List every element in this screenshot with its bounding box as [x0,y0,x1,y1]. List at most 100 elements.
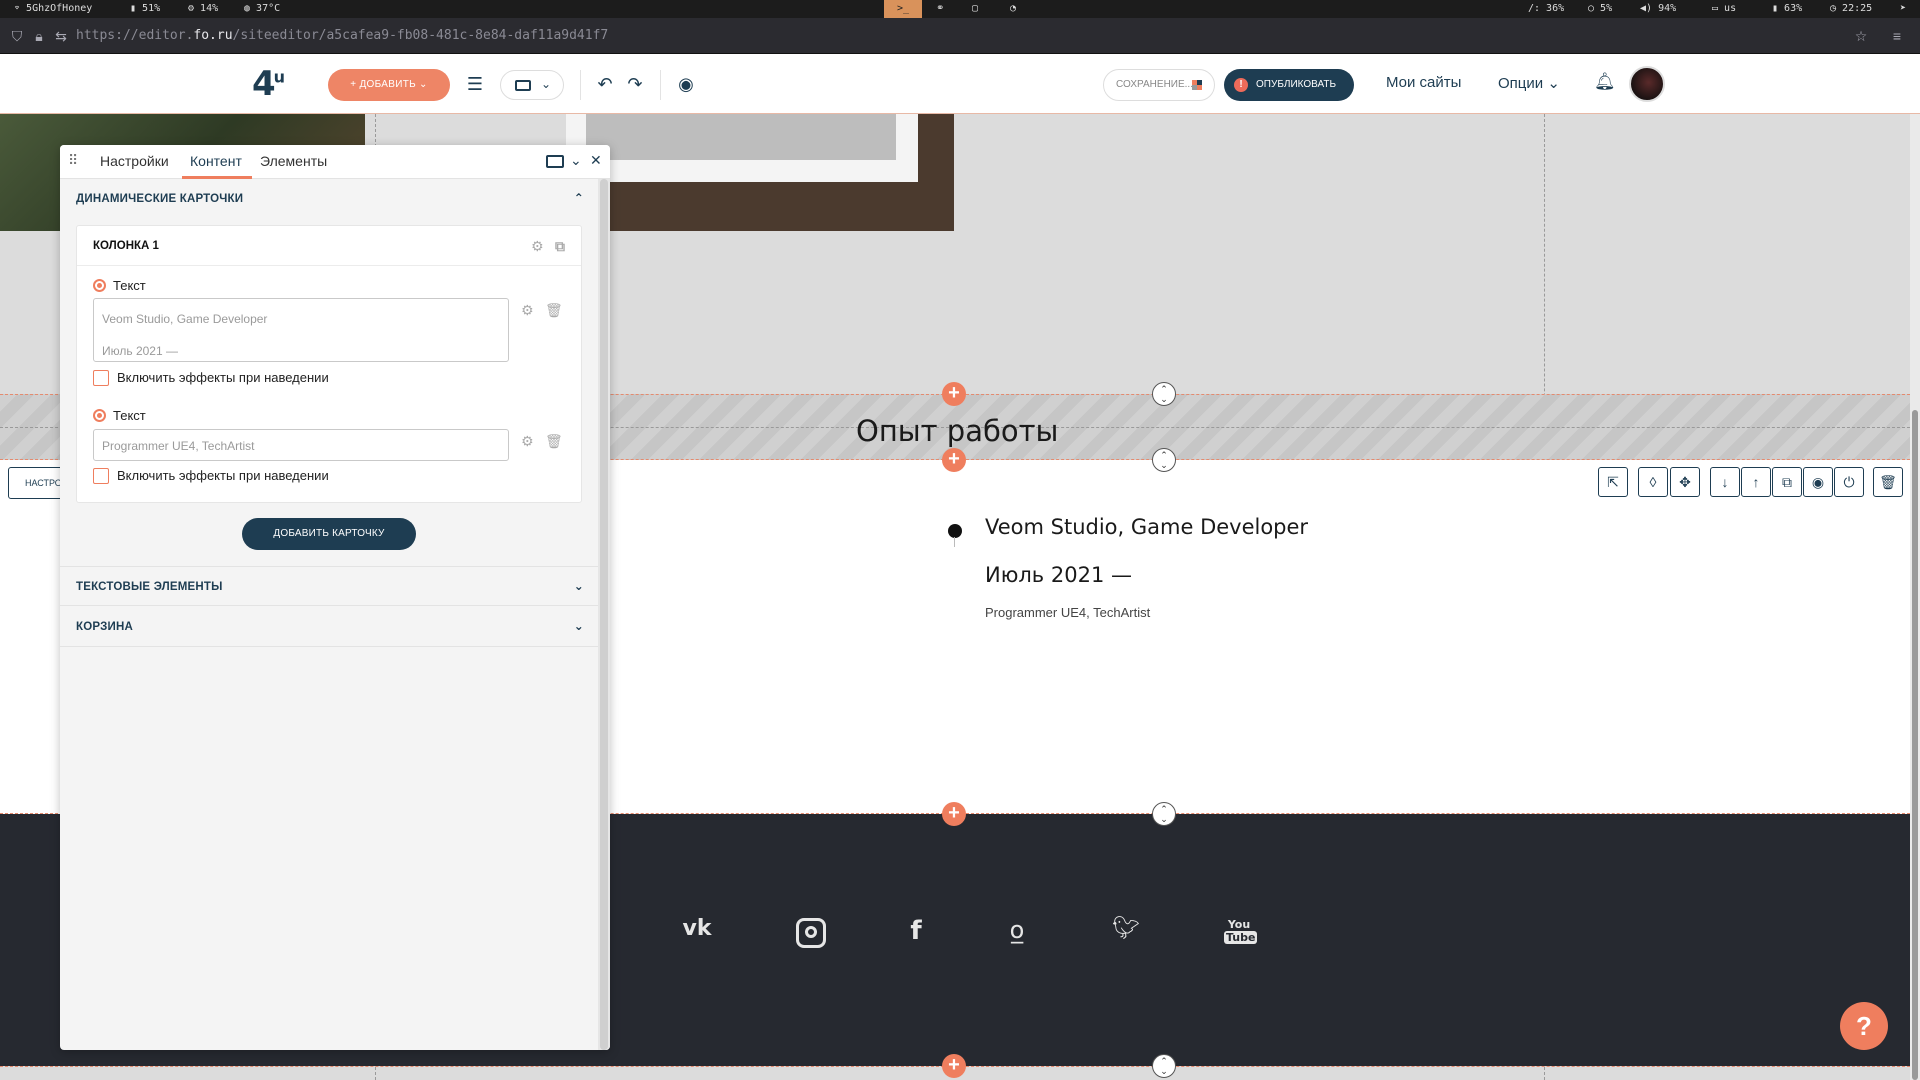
redo-icon[interactable]: ↷ [621,70,649,98]
device-selector[interactable]: ⌄ [500,70,564,100]
move-up-icon[interactable]: ↑ [1741,467,1771,497]
delete-trash-icon[interactable]: 🗑︎ [545,302,563,319]
add-section-button[interactable]: + [942,448,966,472]
chevron-down-icon[interactable]: ⌄ [570,152,582,169]
section-title[interactable]: Опыт работы [856,414,1058,448]
job-role[interactable]: Programmer UE4, TechArtist [985,605,1150,620]
move-icon[interactable]: ✥ [1670,467,1700,497]
chat-icon[interactable]: ▢ [972,3,978,14]
add-card-button[interactable]: ДОБАВИТЬ КАРТОЧКУ [242,518,416,550]
editor-toolbar: 4u + ДОБАВИТЬ ⌄ ☰ ⌄ ↶ ↷ ◉ СОХРАНЕНИЕ... … [0,54,1920,114]
vk-icon[interactable]: vk [680,916,714,941]
duplicate-icon[interactable]: ⧉ [1772,467,1802,497]
delete-trash-icon[interactable]: 🗑︎ [545,433,563,450]
lock-icon[interactable]: 🔒︎ [30,27,48,45]
menu-icon[interactable]: ≡ [1888,27,1906,45]
hover-effects-label: Включить эффекты при наведении [117,468,329,483]
logo[interactable]: 4u [252,64,285,104]
hover-effects-checkbox[interactable] [93,468,109,484]
cpu-status: ⚙ 14% [188,3,219,14]
accordion-dynamic-cards[interactable]: ДИНАМИЧЕСКИЕ КАРТОЧКИ ⌃ [60,179,598,219]
avatar[interactable] [1629,66,1665,102]
chevron-down-icon: ⌄ [573,619,584,633]
visibility-eye-icon[interactable]: ◉ [1803,467,1833,497]
tab-content[interactable]: Контент [190,153,242,169]
system-status-bar: ⌔ 5GhzOfHoney ▮ 51% ⚙ 14% ◍ 37°C >_ ⚭ ▢ … [0,0,1920,18]
canvas-scrollbar[interactable] [1910,114,1920,1080]
telegram-icon[interactable]: ➤ [1900,3,1906,14]
gear-icon[interactable]: ⚙ [521,302,534,319]
tab-elements[interactable]: Элементы [260,153,327,169]
twitter-icon[interactable]: 🐦︎ [1110,916,1142,941]
options-menu[interactable]: Опции ⌄ [1498,74,1560,92]
accordion-text-elements[interactable]: ТЕКСТОВЫЕ ЭЛЕМЕНТЫ ⌄ [60,566,598,606]
gear-icon[interactable]: ⚙ [521,433,534,450]
power-icon[interactable]: ⏻ [1834,467,1864,497]
resize-section-icon[interactable]: ⌃ ⌄ [1152,1054,1176,1078]
desktop-icon [515,80,531,91]
content-panel: ⠿ Настройки Контент Элементы ⌄ ✕ ДИНАМИЧ… [60,145,610,1050]
chevron-up-icon: ⌃ [573,191,584,205]
delete-trash-icon[interactable]: 🗑︎ [1873,467,1903,497]
undo-icon[interactable]: ↶ [591,70,619,98]
terminal-icon[interactable]: >_ [884,0,922,18]
preview-eye-icon[interactable]: ◉ [672,70,700,98]
job-date[interactable]: Июль 2021 — [985,563,1132,587]
sliders-icon[interactable]: ☰ [461,70,489,98]
job-title[interactable]: Veom Studio, Game Developer [985,515,1308,539]
url-field[interactable]: https://editor.fo.ru/siteeditor/a5cafea9… [76,28,608,43]
text-field-2[interactable]: Programmer UE4, TechArtist [93,429,509,461]
drag-handle-icon[interactable]: ⠿ [68,152,78,169]
notification-bell-icon[interactable]: 🔔︎ [1594,72,1616,92]
divider [660,70,661,100]
divider [580,70,581,100]
chevron-down-icon: ⌄ [541,77,552,91]
hover-effects-checkbox[interactable] [93,370,109,386]
facebook-icon[interactable]: f [906,916,926,946]
add-section-button[interactable]: + [942,382,966,406]
shield-icon[interactable]: ⛉ [8,27,26,45]
warning-icon: ! [1234,78,1248,92]
copy-icon[interactable]: ⧉ [555,238,565,255]
move-down-icon[interactable]: ↓ [1710,467,1740,497]
tab-settings[interactable]: Настройки [100,153,169,169]
hover-effects-label: Включить эффекты при наведении [117,370,329,385]
text-field-1[interactable]: Veom Studio, Game Developer Июль 2021 — [93,298,509,362]
youtube-icon[interactable]: You Tube [1224,918,1258,944]
resize-section-icon[interactable]: ⌃ ⌄ [1152,802,1176,826]
workspace-icon[interactable]: ⚭ [936,3,944,14]
app-icon[interactable]: ◔ [1010,3,1016,14]
battery-small-status: ▮ 51% [130,3,161,14]
help-button[interactable]: ? [1840,1002,1888,1050]
desktop-icon[interactable] [546,155,564,168]
instagram-icon[interactable] [796,918,826,948]
odnoklassniki-icon[interactable]: ᴏ̲ [1005,916,1029,944]
timeline-bullet [948,524,962,547]
publish-button[interactable]: ! ОПУБЛИКОВАТЬ [1224,69,1354,101]
permissions-icon[interactable]: ⇆ [52,27,70,45]
battery-status: ▮ 63% [1772,3,1803,14]
browser-url-bar: ⛉ 🔒︎ ⇆ https://editor.fo.ru/siteeditor/a… [0,18,1920,54]
add-section-button[interactable]: + [942,1054,966,1078]
field-label: Текст [113,408,146,423]
wifi-status: ⌔ 5GhzOfHoney [14,3,93,14]
color-drop-icon[interactable]: ◊ [1638,467,1668,497]
resize-section-icon[interactable]: ⌃ ⌄ [1152,448,1176,472]
resize-section-icon[interactable]: ⌃ ⌄ [1152,382,1176,406]
accordion-cart[interactable]: КОРЗИНА ⌄ [60,607,598,647]
gallery-photo[interactable] [566,114,954,231]
temp-status: ◍ 37°C [244,3,281,14]
field-radio[interactable] [93,409,106,422]
field-radio[interactable] [93,279,106,292]
panel-scrollbar[interactable] [598,179,610,1050]
section-settings-tab[interactable]: НАСТРОЙКИ [8,467,68,499]
saving-status: СОХРАНЕНИЕ... [1103,69,1215,101]
bookmark-star-icon[interactable]: ☆ [1852,27,1870,45]
close-icon[interactable]: ✕ [590,152,602,169]
gear-icon[interactable]: ⚙ [531,238,544,255]
add-section-button[interactable]: + [942,802,966,826]
open-external-icon[interactable]: ⇱ [1598,467,1628,497]
disk-status: /: 36% [1528,3,1565,14]
add-button[interactable]: + ДОБАВИТЬ ⌄ [328,69,450,101]
my-sites-link[interactable]: Мои сайты [1386,74,1461,91]
